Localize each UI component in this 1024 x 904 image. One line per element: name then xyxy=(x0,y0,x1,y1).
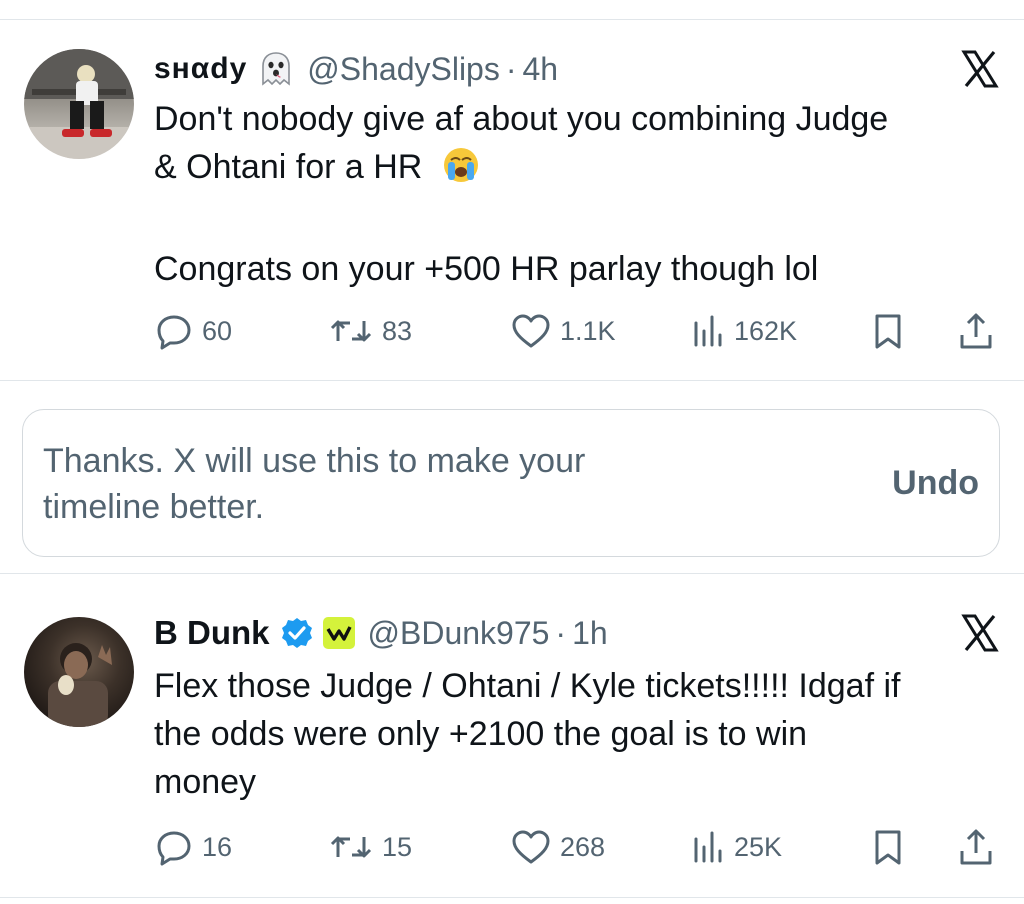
like-count: 268 xyxy=(560,831,606,862)
tweet-actions: 16 15 268 25K xyxy=(154,825,1002,869)
display-name[interactable]: B Dunk xyxy=(154,614,270,652)
reply-button[interactable]: 60 xyxy=(154,309,232,353)
like-button[interactable]: 1.1K xyxy=(510,309,616,353)
like-count: 1.1K xyxy=(560,315,616,346)
avatar[interactable] xyxy=(24,49,134,159)
bookmark-icon xyxy=(875,314,901,349)
bookmark-button[interactable] xyxy=(868,825,908,869)
like-button[interactable]: 268 xyxy=(510,825,605,869)
repost-count: 83 xyxy=(382,315,413,346)
tweet-2[interactable]: B Dunk @BDunk975 · 1h Flex those Judge /… xyxy=(0,609,1024,894)
x-close-icon[interactable] xyxy=(958,47,1002,91)
user-handle[interactable]: @ShadySlips xyxy=(307,51,500,88)
x-close-icon[interactable] xyxy=(958,611,1002,655)
feedback-notice: Thanks. X will use this to make your tim… xyxy=(22,409,1000,557)
ghost-icon xyxy=(257,50,295,88)
affiliate-badge-icon xyxy=(322,616,356,650)
repost-icon xyxy=(330,320,372,342)
verified-icon xyxy=(280,616,314,650)
views-icon xyxy=(694,315,722,347)
heart-icon xyxy=(512,830,550,864)
tweet-actions: 60 83 1.1K 162K xyxy=(154,309,1002,353)
share-button[interactable] xyxy=(956,309,996,353)
repost-button[interactable]: 83 xyxy=(328,309,412,353)
timestamp[interactable]: 4h xyxy=(523,51,559,88)
tweet-text-line: Congrats on your +500 HR parlay though l… xyxy=(154,250,819,288)
tweet-text-line: Flex those Judge / Ohtani / Kyle tickets… xyxy=(154,667,901,705)
divider-top xyxy=(0,19,1024,20)
tweet-text-line: money xyxy=(154,763,257,801)
time-separator: · xyxy=(505,50,517,87)
reply-count: 16 xyxy=(202,831,233,862)
heart-icon xyxy=(512,314,550,348)
repost-button[interactable]: 15 xyxy=(328,825,412,869)
crying-face-icon xyxy=(442,146,480,197)
user-handle[interactable]: @BDunk975 xyxy=(368,615,550,652)
view-count: 162K xyxy=(734,315,798,346)
reply-count: 60 xyxy=(202,315,233,346)
views-button[interactable]: 162K xyxy=(690,309,797,353)
divider xyxy=(0,573,1024,574)
tweet-text-line: the odds were only +2100 the goal is to … xyxy=(154,715,808,753)
reply-icon xyxy=(157,831,191,866)
views-icon xyxy=(694,831,722,863)
timestamp[interactable]: 1h xyxy=(572,615,608,652)
share-icon xyxy=(960,313,992,349)
bookmark-icon xyxy=(875,830,901,865)
tweet-text: Flex those Judge / Ohtani / Kyle tickets… xyxy=(154,662,994,806)
avatar[interactable] xyxy=(24,617,134,727)
bookmark-button[interactable] xyxy=(868,309,908,353)
divider-bottom xyxy=(0,897,1024,898)
notice-text: Thanks. X will use this to make your tim… xyxy=(43,442,586,526)
views-button[interactable]: 25K xyxy=(690,825,782,869)
share-button[interactable] xyxy=(956,825,996,869)
display-name[interactable]: ѕнαdу xyxy=(154,52,247,86)
time-separator: · xyxy=(555,614,567,651)
divider xyxy=(0,380,1024,381)
tweet-header: B Dunk @BDunk975 · 1h xyxy=(154,609,608,657)
tweet-text: Don't nobody give af about you combining… xyxy=(154,95,994,293)
view-count: 25K xyxy=(734,831,783,862)
tweet-header: ѕнαdу @ShadySlips · 4h xyxy=(154,45,558,93)
tweet-text-line: & Ohtani for a HR xyxy=(154,143,994,197)
tweet-1[interactable]: ѕнαdу @ShadySlips · 4h Don't nobody give… xyxy=(0,45,1024,375)
share-icon xyxy=(960,829,992,865)
tweet-text-line: Don't nobody give af about you combining… xyxy=(154,100,889,138)
undo-button[interactable]: Undo xyxy=(892,464,979,503)
reply-button[interactable]: 16 xyxy=(154,825,232,869)
repost-count: 15 xyxy=(382,831,413,862)
repost-icon xyxy=(330,836,372,858)
reply-icon xyxy=(157,315,191,350)
